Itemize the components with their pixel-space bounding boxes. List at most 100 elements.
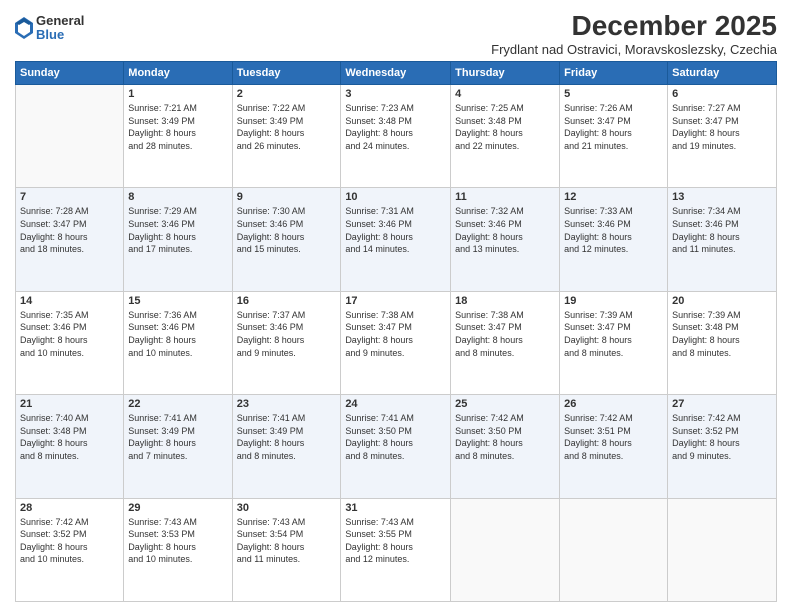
day-content: Sunrise: 7:31 AM Sunset: 3:46 PM Dayligh…	[345, 205, 446, 255]
day-number: 6	[672, 88, 772, 100]
day-number: 18	[455, 295, 555, 307]
day-content: Sunrise: 7:28 AM Sunset: 3:47 PM Dayligh…	[20, 205, 119, 255]
day-cell: 29 Sunrise: 7:43 AM Sunset: 3:53 PM Dayli…	[124, 498, 232, 601]
day-content: Sunrise: 7:42 AM Sunset: 3:52 PM Dayligh…	[20, 516, 119, 566]
day-content: Sunrise: 7:27 AM Sunset: 3:47 PM Dayligh…	[672, 102, 772, 152]
logo-icon	[15, 17, 33, 39]
day-number: 22	[128, 398, 227, 410]
day-cell: 5Sunrise: 7:26 AM Sunset: 3:47 PM Daylig…	[560, 85, 668, 188]
day-cell: 19 Sunrise: 7:39 AM Sunset: 3:47 PM Dayli…	[560, 291, 668, 394]
day-content: Sunrise: 7:41 AM Sunset: 3:50 PM Dayligh…	[345, 412, 446, 462]
day-cell: 4Sunrise: 7:25 AM Sunset: 3:48 PM Daylig…	[451, 85, 560, 188]
day-cell: 22 Sunrise: 7:41 AM Sunset: 3:49 PM Dayli…	[124, 395, 232, 498]
logo-general: General	[36, 14, 84, 28]
day-number: 4	[455, 88, 555, 100]
day-number: 16	[237, 295, 337, 307]
day-content: Sunrise: 7:34 AM Sunset: 3:46 PM Dayligh…	[672, 205, 772, 255]
header-cell-sunday: Sunday	[16, 62, 124, 85]
day-cell: 9Sunrise: 7:30 AM Sunset: 3:46 PM Daylig…	[232, 188, 341, 291]
header: General Blue December 2025 Frydlant nad …	[15, 10, 777, 57]
day-cell: 27Sunrise: 7:42 AM Sunset: 3:52 PM Dayli…	[668, 395, 777, 498]
day-cell: 16 Sunrise: 7:37 AM Sunset: 3:46 PM Dayli…	[232, 291, 341, 394]
day-content: Sunrise: 7:26 AM Sunset: 3:47 PM Dayligh…	[564, 102, 663, 152]
day-content: Sunrise: 7:39 AM Sunset: 3:48 PM Dayligh…	[672, 309, 772, 359]
day-number: 9	[237, 191, 337, 203]
day-cell: 2 Sunrise: 7:22 AM Sunset: 3:49 PM Daylig…	[232, 85, 341, 188]
day-number: 27	[672, 398, 772, 410]
week-row-3: 14 Sunrise: 7:35 AM Sunset: 3:46 PM Dayli…	[16, 291, 777, 394]
day-content: Sunrise: 7:32 AM Sunset: 3:46 PM Dayligh…	[455, 205, 555, 255]
day-content: Sunrise: 7:43 AM Sunset: 3:53 PM Dayligh…	[128, 516, 227, 566]
week-row-2: 7Sunrise: 7:28 AM Sunset: 3:47 PM Daylig…	[16, 188, 777, 291]
day-cell: 14 Sunrise: 7:35 AM Sunset: 3:46 PM Dayli…	[16, 291, 124, 394]
day-content: Sunrise: 7:38 AM Sunset: 3:47 PM Dayligh…	[455, 309, 555, 359]
day-cell: 3Sunrise: 7:23 AM Sunset: 3:48 PM Daylig…	[341, 85, 451, 188]
day-content: Sunrise: 7:35 AM Sunset: 3:46 PM Dayligh…	[20, 309, 119, 359]
header-row: SundayMondayTuesdayWednesdayThursdayFrid…	[16, 62, 777, 85]
day-content: Sunrise: 7:42 AM Sunset: 3:51 PM Dayligh…	[564, 412, 663, 462]
logo-blue: Blue	[36, 28, 84, 42]
week-row-5: 28 Sunrise: 7:42 AM Sunset: 3:52 PM Dayli…	[16, 498, 777, 601]
header-cell-friday: Friday	[560, 62, 668, 85]
day-content: Sunrise: 7:23 AM Sunset: 3:48 PM Dayligh…	[345, 102, 446, 152]
header-cell-monday: Monday	[124, 62, 232, 85]
day-content: Sunrise: 7:37 AM Sunset: 3:46 PM Dayligh…	[237, 309, 337, 359]
day-content: Sunrise: 7:22 AM Sunset: 3:49 PM Dayligh…	[237, 102, 337, 152]
day-content: Sunrise: 7:29 AM Sunset: 3:46 PM Dayligh…	[128, 205, 227, 255]
day-number: 12	[564, 191, 663, 203]
day-cell: 24 Sunrise: 7:41 AM Sunset: 3:50 PM Dayli…	[341, 395, 451, 498]
day-cell: 18 Sunrise: 7:38 AM Sunset: 3:47 PM Dayli…	[451, 291, 560, 394]
day-cell: 1 Sunrise: 7:21 AM Sunset: 3:49 PM Daylig…	[124, 85, 232, 188]
day-cell: 25 Sunrise: 7:42 AM Sunset: 3:50 PM Dayli…	[451, 395, 560, 498]
day-number: 2	[237, 88, 337, 100]
week-row-1: 1 Sunrise: 7:21 AM Sunset: 3:49 PM Daylig…	[16, 85, 777, 188]
day-number: 23	[237, 398, 337, 410]
day-cell: 31Sunrise: 7:43 AM Sunset: 3:55 PM Dayli…	[341, 498, 451, 601]
day-content: Sunrise: 7:43 AM Sunset: 3:55 PM Dayligh…	[345, 516, 446, 566]
day-number: 21	[20, 398, 119, 410]
day-content: Sunrise: 7:41 AM Sunset: 3:49 PM Dayligh…	[128, 412, 227, 462]
day-cell: 21 Sunrise: 7:40 AM Sunset: 3:48 PM Dayli…	[16, 395, 124, 498]
day-number: 15	[128, 295, 227, 307]
day-cell: 15 Sunrise: 7:36 AM Sunset: 3:46 PM Dayli…	[124, 291, 232, 394]
day-content: Sunrise: 7:21 AM Sunset: 3:49 PM Dayligh…	[128, 102, 227, 152]
day-cell	[16, 85, 124, 188]
day-cell: 28 Sunrise: 7:42 AM Sunset: 3:52 PM Dayli…	[16, 498, 124, 601]
day-number: 13	[672, 191, 772, 203]
title-block: December 2025 Frydlant nad Ostravici, Mo…	[491, 10, 777, 57]
day-number: 8	[128, 191, 227, 203]
day-cell: 7Sunrise: 7:28 AM Sunset: 3:47 PM Daylig…	[16, 188, 124, 291]
day-cell: 6 Sunrise: 7:27 AM Sunset: 3:47 PM Daylig…	[668, 85, 777, 188]
day-number: 25	[455, 398, 555, 410]
day-cell: 10 Sunrise: 7:31 AM Sunset: 3:46 PM Dayli…	[341, 188, 451, 291]
day-number: 24	[345, 398, 446, 410]
page: General Blue December 2025 Frydlant nad …	[0, 0, 792, 612]
day-content: Sunrise: 7:40 AM Sunset: 3:48 PM Dayligh…	[20, 412, 119, 462]
day-cell: 12Sunrise: 7:33 AM Sunset: 3:46 PM Dayli…	[560, 188, 668, 291]
day-number: 11	[455, 191, 555, 203]
day-cell: 13 Sunrise: 7:34 AM Sunset: 3:46 PM Dayli…	[668, 188, 777, 291]
subtitle: Frydlant nad Ostravici, Moravskoslezsky,…	[491, 42, 777, 57]
day-cell: 8 Sunrise: 7:29 AM Sunset: 3:46 PM Daylig…	[124, 188, 232, 291]
day-content: Sunrise: 7:43 AM Sunset: 3:54 PM Dayligh…	[237, 516, 337, 566]
day-number: 17	[345, 295, 446, 307]
day-content: Sunrise: 7:38 AM Sunset: 3:47 PM Dayligh…	[345, 309, 446, 359]
day-cell: 20Sunrise: 7:39 AM Sunset: 3:48 PM Dayli…	[668, 291, 777, 394]
header-cell-tuesday: Tuesday	[232, 62, 341, 85]
day-cell	[668, 498, 777, 601]
day-cell: 17 Sunrise: 7:38 AM Sunset: 3:47 PM Dayli…	[341, 291, 451, 394]
day-number: 26	[564, 398, 663, 410]
day-number: 1	[128, 88, 227, 100]
day-number: 10	[345, 191, 446, 203]
day-content: Sunrise: 7:42 AM Sunset: 3:50 PM Dayligh…	[455, 412, 555, 462]
day-number: 14	[20, 295, 119, 307]
day-cell	[560, 498, 668, 601]
day-cell: 11 Sunrise: 7:32 AM Sunset: 3:46 PM Dayli…	[451, 188, 560, 291]
day-content: Sunrise: 7:36 AM Sunset: 3:46 PM Dayligh…	[128, 309, 227, 359]
day-cell: 30Sunrise: 7:43 AM Sunset: 3:54 PM Dayli…	[232, 498, 341, 601]
day-number: 19	[564, 295, 663, 307]
header-cell-wednesday: Wednesday	[341, 62, 451, 85]
day-number: 28	[20, 502, 119, 514]
day-content: Sunrise: 7:39 AM Sunset: 3:47 PM Dayligh…	[564, 309, 663, 359]
day-number: 29	[128, 502, 227, 514]
